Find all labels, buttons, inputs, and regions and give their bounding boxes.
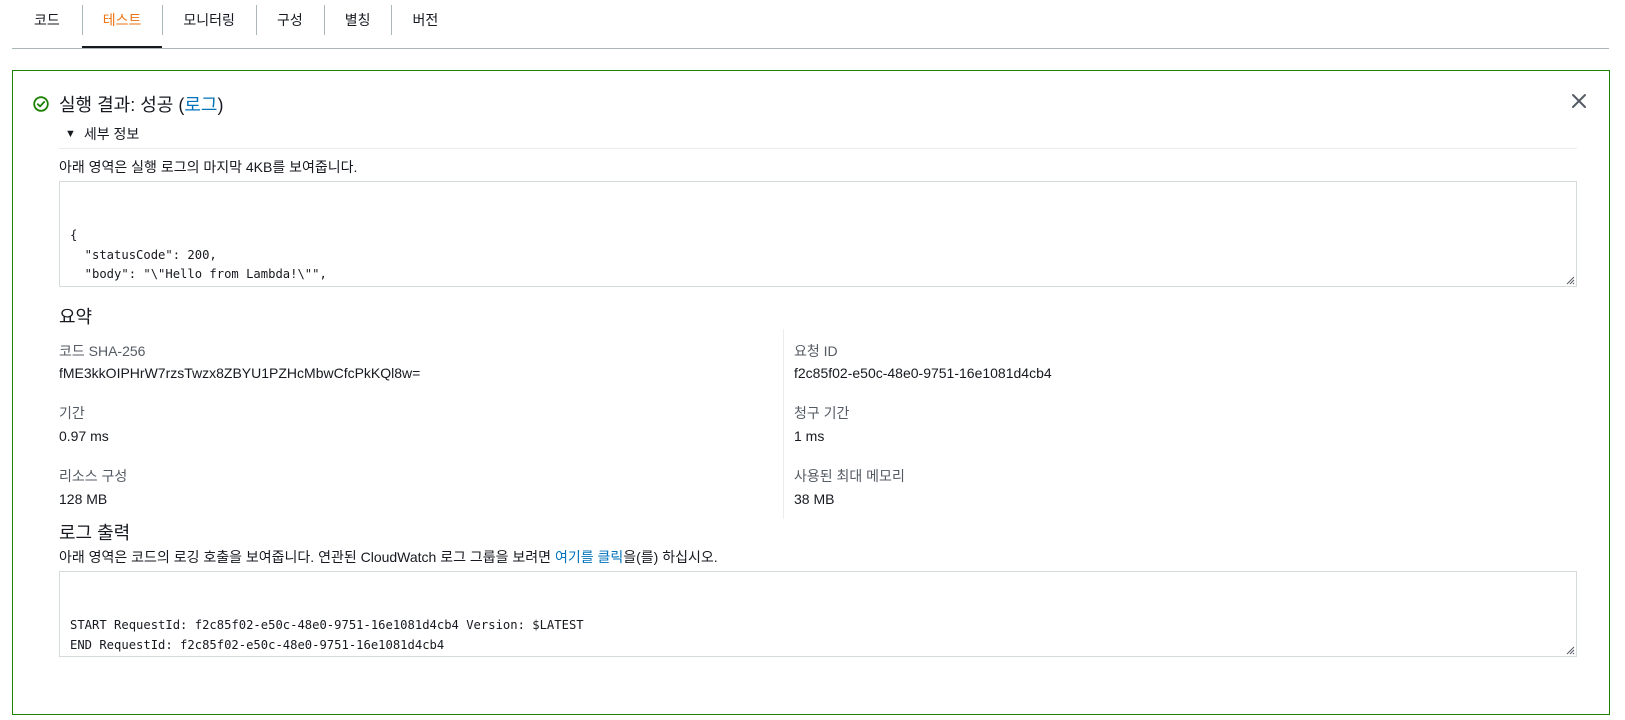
resize-grip-icon[interactable] xyxy=(1565,275,1575,285)
log-line: START RequestId: f2c85f02-e50c-48e0-9751… xyxy=(70,618,584,632)
billed-duration-label: 청구 기간 xyxy=(794,405,850,421)
log-desc-suffix: 을(를) 하십시오. xyxy=(623,549,718,565)
tab-code[interactable]: 코드 xyxy=(12,0,82,40)
result-title-prefix: 실행 결과: 성공 ( xyxy=(59,95,185,115)
resources-label: 리소스 구성 xyxy=(59,468,128,484)
resources-value: 128 MB xyxy=(59,491,108,507)
code-sha-label: 코드 SHA-256 xyxy=(59,343,146,359)
summary-column-divider xyxy=(783,329,784,519)
tab-versions[interactable]: 버전 xyxy=(391,0,459,40)
response-lines: { "statusCode": 200, "body": "\"Hello fr… xyxy=(70,226,1566,287)
tab-aliases[interactable]: 별칭 xyxy=(323,0,392,40)
caret-down-icon: ▼ xyxy=(65,128,76,140)
tab-bar: 코드 테스트 모니터링 구성 별칭 버전 xyxy=(12,0,1609,49)
code-sha-value: fME3kkOIPHrW7rzsTwzx8ZBYU1PZHcMbwCfcPkKQ… xyxy=(59,365,421,381)
tab-configuration[interactable]: 구성 xyxy=(255,0,324,40)
details-toggle[interactable]: ▼ 세부 정보 xyxy=(63,124,139,144)
response-line: { xyxy=(70,228,78,242)
cloudwatch-link[interactable]: 여기를 클릭 xyxy=(555,549,623,565)
max-memory-label: 사용된 최대 메모리 xyxy=(794,468,905,484)
response-output[interactable]: { "statusCode": 200, "body": "\"Hello fr… xyxy=(59,181,1577,287)
close-icon xyxy=(1572,94,1586,108)
response-line: "body": "\"Hello from Lambda!\"", xyxy=(70,267,327,281)
resize-grip-icon[interactable] xyxy=(1565,645,1575,655)
request-id-label: 요청 ID xyxy=(794,343,838,359)
billed-duration-value: 1 ms xyxy=(794,428,825,444)
duration-value: 0.97 ms xyxy=(59,428,109,444)
divider xyxy=(59,148,1577,149)
log-line: REPORT RequestId: f2c85f02-e50c-48e0-975… xyxy=(70,655,1566,656)
summary-title: 요약 xyxy=(59,307,93,327)
log-output-description: 아래 영역은 코드의 로깅 호출을 보여줍니다. 연관된 CloudWatch … xyxy=(59,547,718,567)
log-link[interactable]: 로그 xyxy=(184,95,217,115)
details-label: 세부 정보 xyxy=(83,126,140,142)
tab-test[interactable]: 테스트 xyxy=(81,0,163,48)
close-button[interactable] xyxy=(1569,91,1589,111)
details-description: 아래 영역은 실행 로그의 마지막 4KB를 보여줍니다. xyxy=(59,159,358,175)
tab-monitoring[interactable]: 모니터링 xyxy=(162,0,256,40)
request-id-value: f2c85f02-e50c-48e0-9751-16e1081d4cb4 xyxy=(794,365,1052,381)
result-title-suffix: ) xyxy=(217,95,224,115)
log-desc-prefix: 아래 영역은 코드의 로깅 호출을 보여줍니다. 연관된 CloudWatch … xyxy=(59,549,555,565)
response-line: "statusCode": 200, xyxy=(70,247,217,262)
execution-result-title: 실행 결과: 성공 (로그) xyxy=(59,91,223,117)
log-lines: START RequestId: f2c85f02-e50c-48e0-9751… xyxy=(70,616,1566,656)
response-line: "event": "milky!!" xyxy=(70,285,1566,287)
log-line: END RequestId: f2c85f02-e50c-48e0-9751-1… xyxy=(70,637,445,652)
max-memory-value: 38 MB xyxy=(794,491,835,507)
log-output-title: 로그 출력 xyxy=(59,523,131,543)
check-circle-icon xyxy=(33,96,49,112)
execution-result-panel: 실행 결과: 성공 (로그) ▼ 세부 정보 아래 영역은 실행 로그의 마지막… xyxy=(12,70,1610,715)
execution-result-header: 실행 결과: 성공 (로그) xyxy=(33,91,223,117)
log-output-box[interactable]: START RequestId: f2c85f02-e50c-48e0-9751… xyxy=(59,571,1577,657)
duration-label: 기간 xyxy=(59,405,85,421)
